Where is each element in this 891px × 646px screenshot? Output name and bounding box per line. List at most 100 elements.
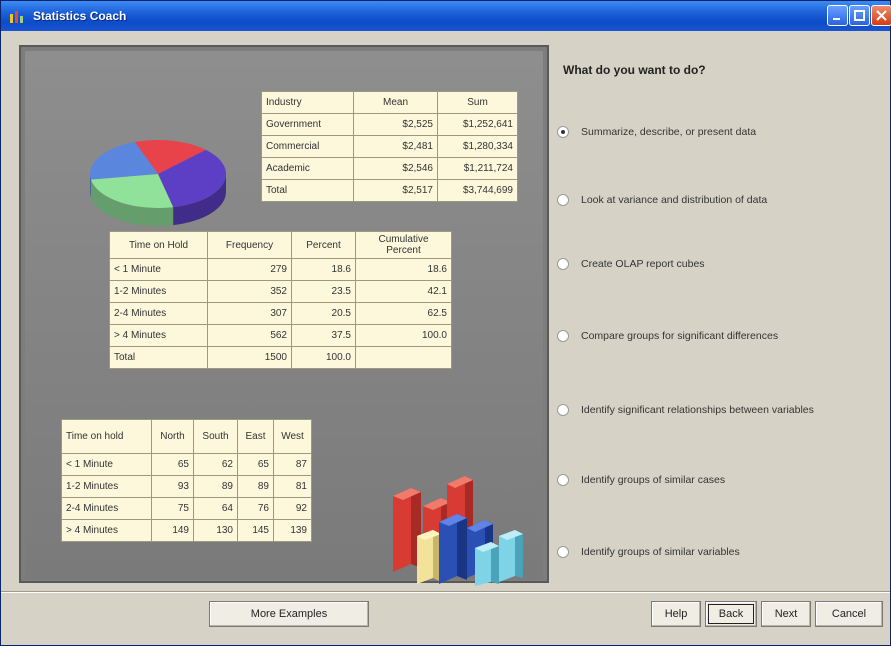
radio-compare-groups[interactable] <box>557 330 569 342</box>
table-cell: 92 <box>273 497 312 520</box>
table-cell: 93 <box>151 475 194 498</box>
table-cell: $1,252,641 <box>437 113 518 136</box>
help-button[interactable]: Help <box>651 601 701 627</box>
bottom-separator <box>1 591 890 593</box>
header-cell: South <box>193 419 238 454</box>
cancel-button[interactable]: Cancel <box>815 601 883 627</box>
table-cell: 1500 <box>207 346 292 369</box>
table-cell <box>355 346 452 369</box>
header-cell: Cumulative Percent <box>355 231 452 259</box>
option-label: Summarize, describe, or present data <box>581 126 757 138</box>
header-cell: West <box>273 419 312 454</box>
table-cell: 87 <box>273 453 312 476</box>
industry-table: Industry Mean Sum Government $2,525 $1,2… <box>261 91 518 202</box>
maximize-button[interactable] <box>849 5 870 26</box>
option-label: Compare groups for significant differenc… <box>581 330 779 342</box>
table-cell: 100.0 <box>291 346 356 369</box>
table-cell: $2,525 <box>353 113 438 136</box>
header-cell: North <box>151 419 194 454</box>
option-label: Identify groups of similar cases <box>581 474 726 486</box>
table-cell: Total <box>109 346 208 369</box>
table-cell: 75 <box>151 497 194 520</box>
table-cell: Commercial <box>261 135 354 158</box>
radio-olap[interactable] <box>557 258 569 270</box>
table-row: > 4 Minutes 149 130 145 139 <box>61 519 312 542</box>
table-cell: 18.6 <box>291 258 356 281</box>
minimize-icon <box>833 18 840 20</box>
table-cell: 37.5 <box>291 324 356 347</box>
table-cell: < 1 Minute <box>61 453 152 476</box>
radio-similar-cases[interactable] <box>557 474 569 486</box>
table-row: 2-4 Minutes 75 64 76 92 <box>61 497 312 520</box>
table-row: Academic $2,546 $1,211,724 <box>261 157 518 180</box>
table-row: < 1 Minute 279 18.6 18.6 <box>109 258 452 281</box>
minimize-button[interactable] <box>827 5 848 26</box>
table-row: Total 1500 100.0 <box>109 346 452 369</box>
table-cell: 130 <box>193 519 238 542</box>
yellow-bar-series <box>417 530 441 584</box>
table-cell: 62.5 <box>355 302 452 325</box>
table-cell: 562 <box>207 324 292 347</box>
radio-similar-variables[interactable] <box>557 546 569 558</box>
header-cell: Time on Hold <box>109 231 208 259</box>
header-cell: Frequency <box>207 231 292 259</box>
pie-chart-example <box>90 140 226 226</box>
app-icon <box>10 11 23 23</box>
header-cell: Time on hold <box>61 419 152 454</box>
table-cell: $1,211,724 <box>437 157 518 180</box>
table-cell: 89 <box>193 475 238 498</box>
table-cell: $2,546 <box>353 157 438 180</box>
table-row: Commercial $2,481 $1,280,334 <box>261 135 518 158</box>
option-label: Identify significant relationships betwe… <box>581 404 814 416</box>
radio-relationships[interactable] <box>557 404 569 416</box>
window-title: Statistics Coach <box>33 9 127 23</box>
table-cell: Total <box>261 179 354 202</box>
table-cell: 76 <box>237 497 274 520</box>
table-cell: 62 <box>193 453 238 476</box>
table-cell: 1-2 Minutes <box>61 475 152 498</box>
header-cell: Sum <box>437 91 518 114</box>
table-cell: 42.1 <box>355 280 452 303</box>
header-cell: Industry <box>261 91 354 114</box>
statistics-coach-window: Statistics Coach Industry Mean Sum Gover… <box>0 0 891 646</box>
table-cell: > 4 Minutes <box>61 519 152 542</box>
next-button[interactable]: Next <box>761 601 811 627</box>
radio-summarize[interactable] <box>557 126 569 138</box>
table-cell: 81 <box>273 475 312 498</box>
option-label: Identify groups of similar variables <box>581 546 740 558</box>
header-cell: Percent <box>291 231 356 259</box>
examples-panel: Industry Mean Sum Government $2,525 $1,2… <box>19 45 549 586</box>
table-cell: 2-4 Minutes <box>109 302 208 325</box>
close-icon <box>876 10 887 21</box>
title-bar[interactable]: Statistics Coach <box>1 1 891 31</box>
table-cell: 65 <box>151 453 194 476</box>
table-header-row: Industry Mean Sum <box>261 91 518 114</box>
table-cell: 149 <box>151 519 194 542</box>
table-cell: 279 <box>207 258 292 281</box>
table-row: Total $2,517 $3,744,699 <box>261 179 518 202</box>
table-cell: 18.6 <box>355 258 452 281</box>
table-cell: Government <box>261 113 354 136</box>
time-on-hold-table: Time on Hold Frequency Percent Cumulativ… <box>109 231 452 369</box>
table-cell: 64 <box>193 497 238 520</box>
close-button[interactable] <box>871 5 891 26</box>
pie-top <box>90 140 226 208</box>
header-cell: East <box>237 419 274 454</box>
table-cell: Academic <box>261 157 354 180</box>
table-cell: $3,744,699 <box>437 179 518 202</box>
radio-variance[interactable] <box>557 194 569 206</box>
table-row: 1-2 Minutes 93 89 89 81 <box>61 475 312 498</box>
back-button[interactable]: Back <box>705 601 757 627</box>
table-cell: 65 <box>237 453 274 476</box>
table-cell: 307 <box>207 302 292 325</box>
header-cell: Mean <box>353 91 438 114</box>
option-label: Look at variance and distribution of dat… <box>581 194 768 206</box>
table-cell: 2-4 Minutes <box>61 497 152 520</box>
table-cell: 89 <box>237 475 274 498</box>
region-table: Time on hold North South East West < 1 M… <box>61 419 312 542</box>
option-label: Create OLAP report cubes <box>581 258 705 270</box>
maximize-icon <box>854 10 865 21</box>
more-examples-button[interactable]: More Examples <box>209 601 369 627</box>
table-cell: 145 <box>237 519 274 542</box>
table-row: 2-4 Minutes 307 20.5 62.5 <box>109 302 452 325</box>
